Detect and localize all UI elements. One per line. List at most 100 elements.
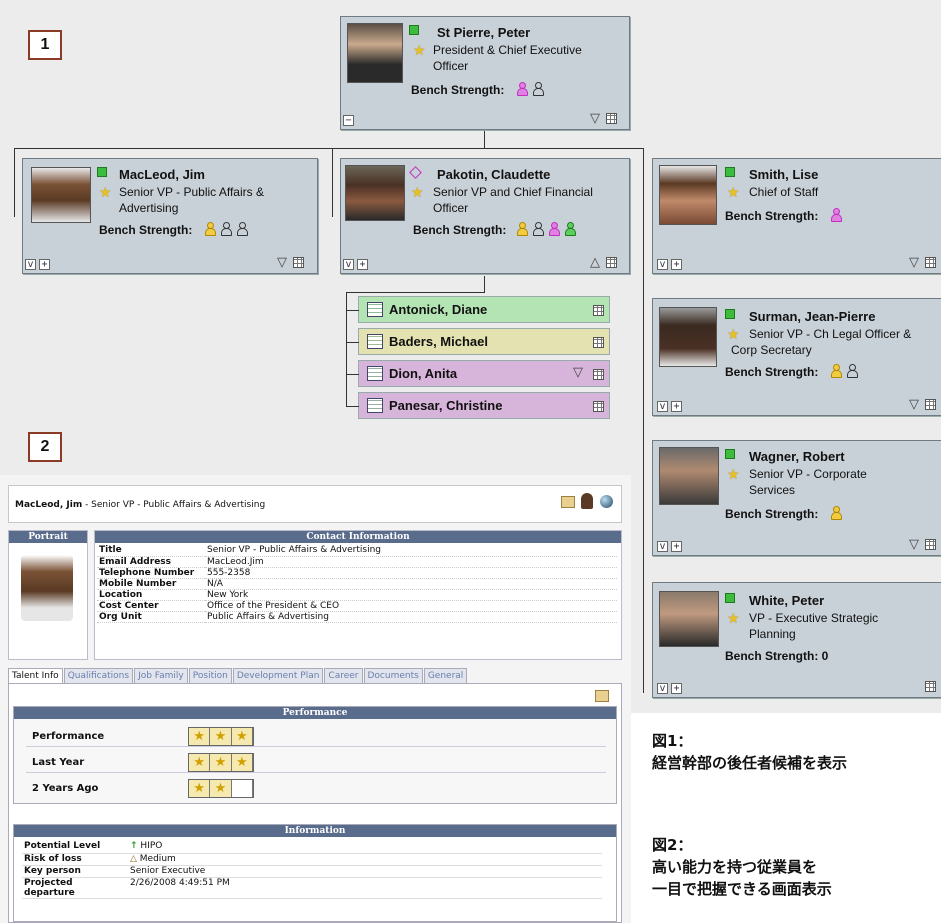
star-icon: ★ — [727, 466, 740, 482]
bench-strength-label: Bench Strength: — [99, 223, 193, 237]
sub-report-baders[interactable]: Baders, Michael — [347, 328, 610, 355]
employee-title-cont: Advertising — [119, 201, 179, 215]
expand-down-button[interactable]: v — [657, 401, 668, 412]
portrait-section: Portrait — [8, 530, 88, 660]
empty-star-slot — [231, 780, 253, 797]
contact-row: Org Unit Public Affairs & Advertising — [97, 611, 617, 623]
org-card-pakotin[interactable]: Pakotin, Claudette ★ Senior VP and Chief… — [340, 158, 630, 274]
bench-strength-label: Bench Strength: — [411, 83, 505, 97]
grid-icon[interactable] — [925, 399, 936, 410]
contact-row: Email Address MacLeod.Jim — [97, 556, 617, 568]
person-icon[interactable] — [581, 493, 593, 509]
expand-down-button[interactable]: v — [657, 683, 668, 694]
performance-row: Last Year ★ ★ ★ — [26, 751, 606, 773]
grid-icon[interactable] — [293, 257, 304, 268]
information-header: Information — [14, 825, 616, 837]
contact-key: Location — [97, 589, 205, 601]
tab-qualifications[interactable]: Qualifications — [63, 668, 134, 683]
information-value: 2/26/2008 4:49:51 PM — [128, 877, 602, 899]
grid-icon[interactable] — [593, 401, 604, 412]
star-icon: ★ — [727, 326, 740, 342]
expand-down-button[interactable]: v — [343, 259, 354, 270]
org-card-ceo[interactable]: St Pierre, Peter ★ President & Chief Exe… — [340, 16, 630, 130]
edit-folder-icon[interactable] — [595, 690, 609, 702]
star-icon: ★ — [727, 610, 740, 626]
tab-career[interactable]: Career — [324, 668, 363, 683]
sub-report-dion[interactable]: Dion, Anita ▽ — [347, 360, 610, 387]
grid-icon[interactable] — [925, 681, 936, 692]
information-key: Potential Level — [22, 841, 128, 854]
tab-job-family[interactable]: Job Family — [134, 668, 188, 683]
status-green-icon — [725, 167, 735, 177]
performance-row: 2 Years Ago ★ ★ — [26, 777, 606, 799]
expand-triangle-icon[interactable]: ▽ — [909, 397, 919, 412]
tab-documents[interactable]: Documents — [363, 668, 423, 683]
expand-triangle-icon[interactable]: ▽ — [277, 255, 287, 270]
employee-name: White, Peter — [749, 593, 825, 608]
org-card-white[interactable]: White, Peter ★ VP - Executive Strategic … — [652, 582, 941, 698]
expand-plus-button[interactable]: + — [671, 683, 682, 694]
grid-icon[interactable] — [925, 257, 936, 268]
employee-title: Chief of Staff — [749, 185, 819, 199]
expand-down-button[interactable]: v — [657, 259, 668, 270]
bench-person-magenta-icon — [549, 222, 560, 236]
collapse-button[interactable]: − — [343, 115, 354, 126]
connector — [347, 342, 359, 343]
org-card-surman[interactable]: Surman, Jean-Pierre ★ Senior VP - Ch Leg… — [652, 298, 941, 416]
performance-label: Performance — [32, 731, 105, 742]
expand-triangle-icon[interactable]: ▽ — [573, 365, 583, 380]
bench-person-magenta-icon — [831, 208, 842, 222]
org-card-macleod[interactable]: MacLeod, Jim ★ Senior VP - Public Affair… — [22, 158, 318, 274]
employee-title: Senior VP - Ch Legal Officer & — [749, 327, 912, 341]
sub-report-panesar[interactable]: Panesar, Christine — [347, 392, 610, 419]
contact-value: Office of the President & CEO — [205, 600, 617, 612]
expand-plus-button[interactable]: + — [671, 259, 682, 270]
grid-icon[interactable] — [925, 539, 936, 550]
bench-person-empty-icon — [533, 222, 544, 236]
tab-development-plan[interactable]: Development Plan — [232, 668, 324, 683]
grid-icon[interactable] — [606, 113, 617, 124]
caption-fig1-title: 図1： — [652, 732, 693, 750]
status-green-icon — [97, 167, 107, 177]
expand-plus-button[interactable]: + — [671, 401, 682, 412]
employee-title-cont: Officer — [433, 201, 469, 215]
globe-icon[interactable] — [600, 495, 613, 508]
collapse-triangle-icon[interactable]: △ — [590, 255, 600, 270]
expand-plus-button[interactable]: + — [357, 259, 368, 270]
connector — [347, 310, 359, 311]
figure-label-2: 2 — [28, 432, 62, 462]
grid-icon[interactable] — [593, 305, 604, 316]
caption-fig2-line1: 高い能力を持つ従業員を — [652, 858, 818, 876]
contact-row: Location New York — [97, 589, 617, 601]
expand-plus-button[interactable]: + — [671, 541, 682, 552]
folder-icon[interactable] — [561, 496, 575, 508]
contact-row: Title Senior VP - Public Affairs & Advert… — [97, 545, 617, 557]
grid-icon[interactable] — [593, 337, 604, 348]
information-row: Projected departure 2/26/2008 4:49:51 PM — [22, 877, 602, 899]
tab-general[interactable]: General — [423, 668, 468, 683]
contact-key: Email Address — [97, 556, 205, 568]
employee-title-cont: Officer — [433, 59, 469, 73]
expand-down-button[interactable]: v — [25, 259, 36, 270]
org-card-wagner[interactable]: Wagner, Robert ★ Senior VP - Corporate S… — [652, 440, 941, 556]
profile-name: MacLeod, Jim — [15, 500, 83, 510]
grid-icon[interactable] — [593, 369, 604, 380]
performance-header: Performance — [14, 707, 616, 719]
bench-strength-label: Bench Strength: — [725, 365, 819, 379]
expand-plus-button[interactable]: + — [39, 259, 50, 270]
star-icon: ★ — [413, 42, 426, 58]
information-value: △ Medium — [128, 853, 602, 866]
bench-person-gold-icon — [831, 364, 842, 378]
tab-position[interactable]: Position — [188, 668, 232, 683]
rating-stars: ★ ★ ★ — [188, 753, 254, 772]
employee-title: Senior VP and Chief Financial — [433, 185, 593, 199]
sub-report-antonick[interactable]: Antonick, Diane — [347, 296, 610, 323]
grid-icon[interactable] — [606, 257, 617, 268]
expand-down-button[interactable]: v — [657, 541, 668, 552]
expand-triangle-icon[interactable]: ▽ — [909, 255, 919, 270]
org-card-smith[interactable]: Smith, Lise ★ Chief of Staff Bench Stren… — [652, 158, 941, 274]
caption-fig2-line2: 一目で把握できる画面表示 — [652, 880, 832, 898]
expand-triangle-icon[interactable]: ▽ — [590, 111, 600, 126]
tab-talent-info[interactable]: Talent Info — [8, 668, 63, 683]
expand-triangle-icon[interactable]: ▽ — [909, 537, 919, 552]
